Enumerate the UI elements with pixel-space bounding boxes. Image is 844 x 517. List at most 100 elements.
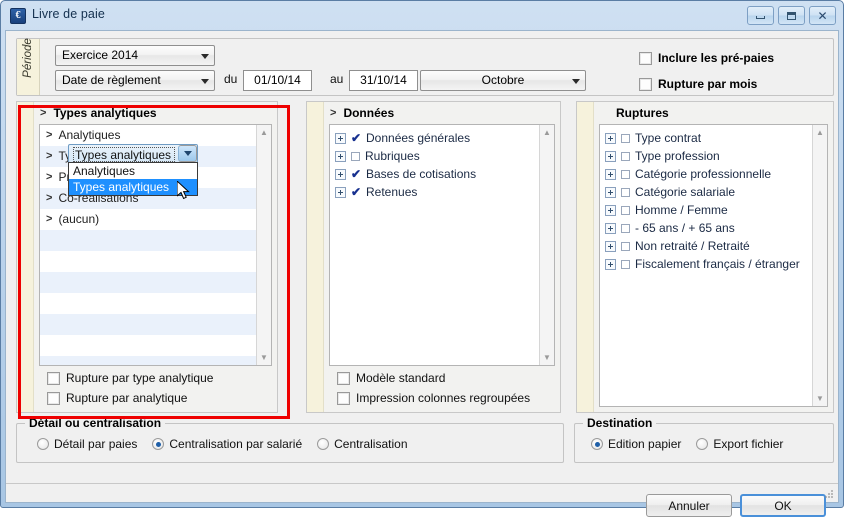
ok-button[interactable]: OK: [740, 494, 826, 517]
maximize-button[interactable]: [778, 6, 805, 25]
mouse-cursor-icon: [177, 181, 190, 200]
combobox-value: Types analytiques: [73, 147, 175, 162]
list-item[interactable]: > Analytiques: [40, 125, 256, 146]
tree-row[interactable]: Non retraité / Retraité: [600, 237, 812, 255]
unchecked-box-icon[interactable]: [621, 151, 630, 161]
scroll-down-icon[interactable]: ▼: [540, 350, 554, 365]
checkbox-rupture-par-analytique[interactable]: Rupture par analytique: [39, 388, 272, 408]
ruptures-listbox[interactable]: Type contrat Type profession Catégorie p: [599, 124, 828, 407]
expand-plus-icon[interactable]: [335, 132, 346, 144]
unchecked-box-icon[interactable]: [621, 259, 630, 269]
checkbox-rupture-par-type-analytique[interactable]: Rupture par type analytique: [39, 368, 272, 388]
close-button[interactable]: ✕: [809, 6, 836, 25]
tree-row[interactable]: Homme / Femme: [600, 201, 812, 219]
unchecked-box-icon[interactable]: [621, 205, 630, 215]
unchecked-box-icon[interactable]: [621, 241, 630, 251]
date-to-input[interactable]: 31/10/14: [349, 70, 418, 91]
checkbox-modele-standard[interactable]: Modèle standard: [329, 368, 555, 388]
checkbox-inclure-pre-paies[interactable]: Inclure les pré-paies: [639, 51, 774, 65]
chevron-right-icon: >: [330, 107, 337, 119]
unchecked-box-icon[interactable]: [621, 187, 630, 197]
donnees-listbox[interactable]: ✔ Données générales Rubriques ✔ Bases de…: [329, 124, 555, 366]
expand-plus-icon[interactable]: [335, 168, 346, 180]
tree-row[interactable]: Fiscalement français / étranger: [600, 255, 812, 273]
ruptures-scrollbar[interactable]: ▲ ▼: [812, 125, 827, 406]
panel-title: Ruptures: [616, 106, 669, 120]
cancel-button[interactable]: Annuler: [646, 494, 732, 517]
scroll-up-icon[interactable]: ▲: [540, 125, 554, 140]
radio-centralisation[interactable]: Centralisation: [317, 437, 408, 451]
date-type-combobox[interactable]: Date de règlement: [55, 70, 215, 91]
unchecked-box-icon[interactable]: [351, 151, 360, 161]
chevron-right-icon: >: [46, 213, 53, 225]
radio-circle: [37, 438, 49, 450]
expand-plus-icon[interactable]: [605, 186, 616, 198]
checkbox-impression-colonnes-regroupees[interactable]: Impression colonnes regroupées: [329, 388, 555, 408]
tree-row[interactable]: ✔ Retenues: [330, 183, 539, 201]
expand-plus-icon[interactable]: [335, 150, 346, 162]
check-icon[interactable]: ✔: [351, 168, 361, 180]
tree-row[interactable]: - 65 ans / + 65 ans: [600, 219, 812, 237]
tree-row[interactable]: ✔ Bases de cotisations: [330, 165, 539, 183]
radio-circle: [696, 438, 709, 450]
list-item-empty: [40, 251, 256, 272]
resize-grip[interactable]: [823, 488, 835, 500]
chevron-right-icon: >: [46, 150, 53, 162]
scroll-up-icon[interactable]: ▲: [813, 125, 827, 140]
detail-radio-row: Détail par paies Centralisation par sala…: [37, 437, 408, 451]
radio-label: Centralisation: [334, 437, 408, 451]
scroll-down-icon[interactable]: ▼: [813, 391, 827, 406]
radio-edition-papier[interactable]: Edition papier: [591, 437, 681, 451]
expand-plus-icon[interactable]: [605, 168, 616, 180]
tree-row-label: Type profession: [635, 149, 720, 163]
panel-header-ruptures: Ruptures: [594, 102, 833, 124]
exercice-combobox[interactable]: Exercice 2014: [55, 45, 215, 66]
date-from-input[interactable]: 01/10/14: [243, 70, 312, 91]
detail-group: Détail ou centralisation Détail par paie…: [16, 416, 564, 463]
expand-plus-icon[interactable]: [605, 258, 616, 270]
unchecked-box-icon[interactable]: [621, 133, 630, 143]
app-icon: €: [10, 8, 26, 24]
expand-plus-icon[interactable]: [605, 222, 616, 234]
analytiques-scrollbar[interactable]: ▲ ▼: [256, 125, 271, 365]
minimize-button[interactable]: [747, 6, 774, 25]
scroll-down-icon[interactable]: ▼: [257, 350, 271, 365]
expand-plus-icon[interactable]: [605, 240, 616, 252]
tree-row[interactable]: Rubriques: [330, 147, 539, 165]
expand-plus-icon[interactable]: [605, 132, 616, 144]
expand-plus-icon[interactable]: [605, 150, 616, 162]
month-value: Octobre: [481, 73, 525, 87]
unchecked-box-icon[interactable]: [621, 223, 630, 233]
checkbox-rupture-par-mois[interactable]: Rupture par mois: [639, 77, 757, 91]
radio-circle-selected: [591, 438, 603, 450]
destination-group: Destination Edition papier Export fichie…: [574, 416, 834, 463]
chevron-right-icon: >: [46, 192, 53, 204]
radio-detail-par-paies[interactable]: Détail par paies: [37, 437, 137, 451]
checkbox-box: [337, 391, 350, 405]
dropdown-option[interactable]: Analytiques: [69, 163, 197, 179]
radio-centralisation-par-salarie[interactable]: Centralisation par salarié: [152, 437, 302, 451]
tree-row-label: Bases de cotisations: [366, 167, 477, 181]
radio-export-fichier[interactable]: Export fichier: [696, 437, 783, 451]
tree-row[interactable]: Type profession: [600, 147, 812, 165]
tree-row[interactable]: ✔ Données générales: [330, 129, 539, 147]
checkbox-box: [337, 371, 350, 385]
list-item[interactable]: > (aucun): [40, 209, 256, 230]
expand-plus-icon[interactable]: [335, 186, 346, 198]
check-icon[interactable]: ✔: [351, 186, 361, 198]
tree-row-label: Fiscalement français / étranger: [635, 257, 800, 271]
tree-row[interactable]: Catégorie professionnelle: [600, 165, 812, 183]
list-item-empty: [40, 293, 256, 314]
unchecked-box-icon[interactable]: [621, 169, 630, 179]
tree-row[interactable]: Type contrat: [600, 129, 812, 147]
month-combobox[interactable]: Octobre: [420, 70, 586, 91]
close-icon: ✕: [817, 8, 828, 23]
check-icon[interactable]: ✔: [351, 132, 361, 144]
panel-stripe: [577, 102, 594, 412]
types-analytiques-combobox[interactable]: Types analytiques: [68, 144, 198, 163]
scroll-up-icon[interactable]: ▲: [257, 125, 271, 140]
donnees-scrollbar[interactable]: ▲ ▼: [539, 125, 554, 365]
expand-plus-icon[interactable]: [605, 204, 616, 216]
tree-row[interactable]: Catégorie salariale: [600, 183, 812, 201]
combobox-toggle[interactable]: [178, 145, 197, 162]
